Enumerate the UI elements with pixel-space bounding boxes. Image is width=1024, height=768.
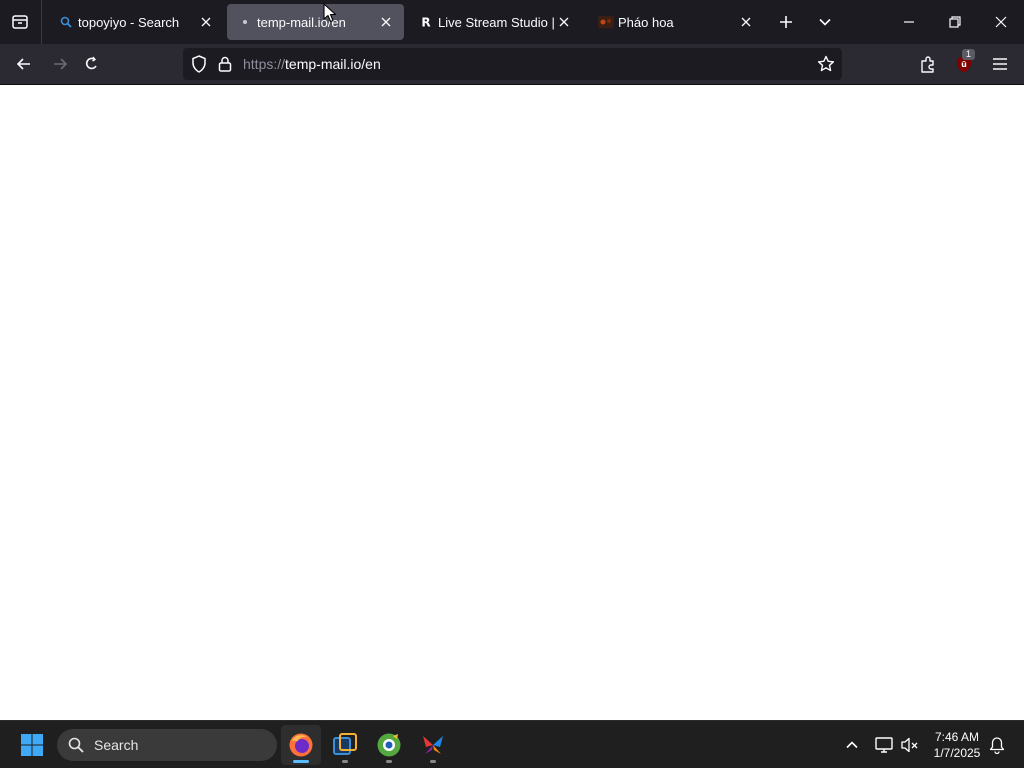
star-icon <box>817 55 835 72</box>
close-tab-icon[interactable] <box>378 14 394 30</box>
svg-text:ü: ü <box>961 60 967 69</box>
running-indicator <box>342 760 348 763</box>
close-tab-icon[interactable] <box>556 14 572 30</box>
back-button[interactable] <box>12 52 36 76</box>
forward-button[interactable] <box>48 52 72 76</box>
firefox-view-icon <box>12 15 28 29</box>
extensions-button[interactable] <box>916 52 940 76</box>
bell-icon <box>989 737 1005 754</box>
r-logo-icon: R <box>418 14 434 30</box>
show-hidden-icons-button[interactable] <box>840 733 864 757</box>
tab-phao-hoa[interactable]: Pháo hoa <box>588 4 764 40</box>
firefox-app[interactable] <box>281 725 321 765</box>
tab-separator <box>41 0 42 44</box>
monitor-network-icon <box>875 737 893 753</box>
search-icon <box>58 14 74 30</box>
restore-icon <box>949 16 961 28</box>
notifications-button[interactable] <box>985 733 1009 757</box>
browser-app[interactable] <box>369 725 409 765</box>
extension-count-badge: 1 <box>962 49 975 60</box>
taskbar: Search 7:46 AM 1/7/2025 <box>0 720 1024 768</box>
running-indicator <box>430 760 436 763</box>
ublock-extension-button[interactable]: ü 1 <box>952 49 976 76</box>
loading-dot-icon <box>237 14 253 30</box>
taskbar-clock[interactable]: 7:46 AM 1/7/2025 <box>926 729 988 761</box>
page-content[interactable] <box>0 85 1024 720</box>
tab-live-stream-studio[interactable]: R Live Stream Studio | Re <box>408 4 580 40</box>
firefox-icon <box>289 733 313 757</box>
tracking-protection-shield-icon[interactable] <box>187 52 211 76</box>
search-icon <box>68 737 84 753</box>
url-protocol: https:// <box>243 56 286 72</box>
minimize-button[interactable] <box>886 0 932 44</box>
tab-strip: topoyiyo - Search temp-mail.io/en R Live… <box>0 0 1024 44</box>
app[interactable] <box>413 725 453 765</box>
butterfly-app-icon <box>423 736 443 754</box>
chevron-down-icon <box>819 18 831 26</box>
virtualbox-app[interactable] <box>325 725 365 765</box>
close-icon <box>995 16 1007 28</box>
url-host: temp-mail.io/en <box>285 56 381 72</box>
url-bar[interactable]: https://temp-mail.io/en <box>183 48 842 80</box>
hamburger-menu-icon <box>993 58 1007 70</box>
new-tab-button[interactable] <box>774 10 798 34</box>
arrow-left-icon <box>16 58 30 70</box>
app-menu-button[interactable] <box>988 52 1012 76</box>
lock-icon[interactable] <box>213 52 237 76</box>
chevron-up-icon <box>846 741 858 749</box>
tab-label: topoyiyo - Search <box>78 14 180 30</box>
windows-logo-icon <box>21 734 43 756</box>
tab-temp-mail[interactable]: temp-mail.io/en <box>227 4 404 40</box>
list-all-tabs-button[interactable] <box>813 10 837 34</box>
start-button[interactable] <box>12 725 52 765</box>
svg-text:R: R <box>421 16 430 30</box>
nav-toolbar: https://temp-mail.io/en ü 1 <box>0 44 1024 85</box>
restore-button[interactable] <box>932 0 978 44</box>
tab-search[interactable]: topoyiyo - Search <box>48 4 224 40</box>
close-window-button[interactable] <box>978 0 1024 44</box>
green-browser-icon <box>377 733 401 757</box>
running-indicator <box>386 760 392 763</box>
taskbar-search-box[interactable]: Search <box>57 729 277 761</box>
puzzle-piece-icon <box>921 56 934 73</box>
plus-icon <box>780 16 792 28</box>
bookmark-star-button[interactable] <box>814 52 838 76</box>
arrow-right-icon <box>54 58 68 70</box>
tab-label: Live Stream Studio | Re <box>438 14 557 30</box>
virtualbox-icon <box>333 733 357 755</box>
mouse-cursor-icon <box>323 3 337 23</box>
close-tab-icon[interactable] <box>738 14 754 30</box>
network-status-button[interactable] <box>872 733 896 757</box>
reload-button[interactable] <box>80 52 104 76</box>
fireworks-favicon-icon <box>598 14 614 30</box>
minimize-icon <box>904 21 914 23</box>
tab-label: Pháo hoa <box>618 14 674 30</box>
tab-label: temp-mail.io/en <box>257 14 346 30</box>
volume-button[interactable] <box>898 733 922 757</box>
reload-icon <box>85 56 97 70</box>
firefox-view-button[interactable] <box>8 10 32 34</box>
search-label: Search <box>94 737 139 753</box>
url-text[interactable]: https://temp-mail.io/en <box>243 56 381 72</box>
clock-date: 1/7/2025 <box>933 746 981 760</box>
speaker-muted-icon <box>901 737 918 753</box>
close-tab-icon[interactable] <box>198 14 214 30</box>
clock-time: 7:46 AM <box>934 730 980 744</box>
active-indicator <box>293 760 309 763</box>
